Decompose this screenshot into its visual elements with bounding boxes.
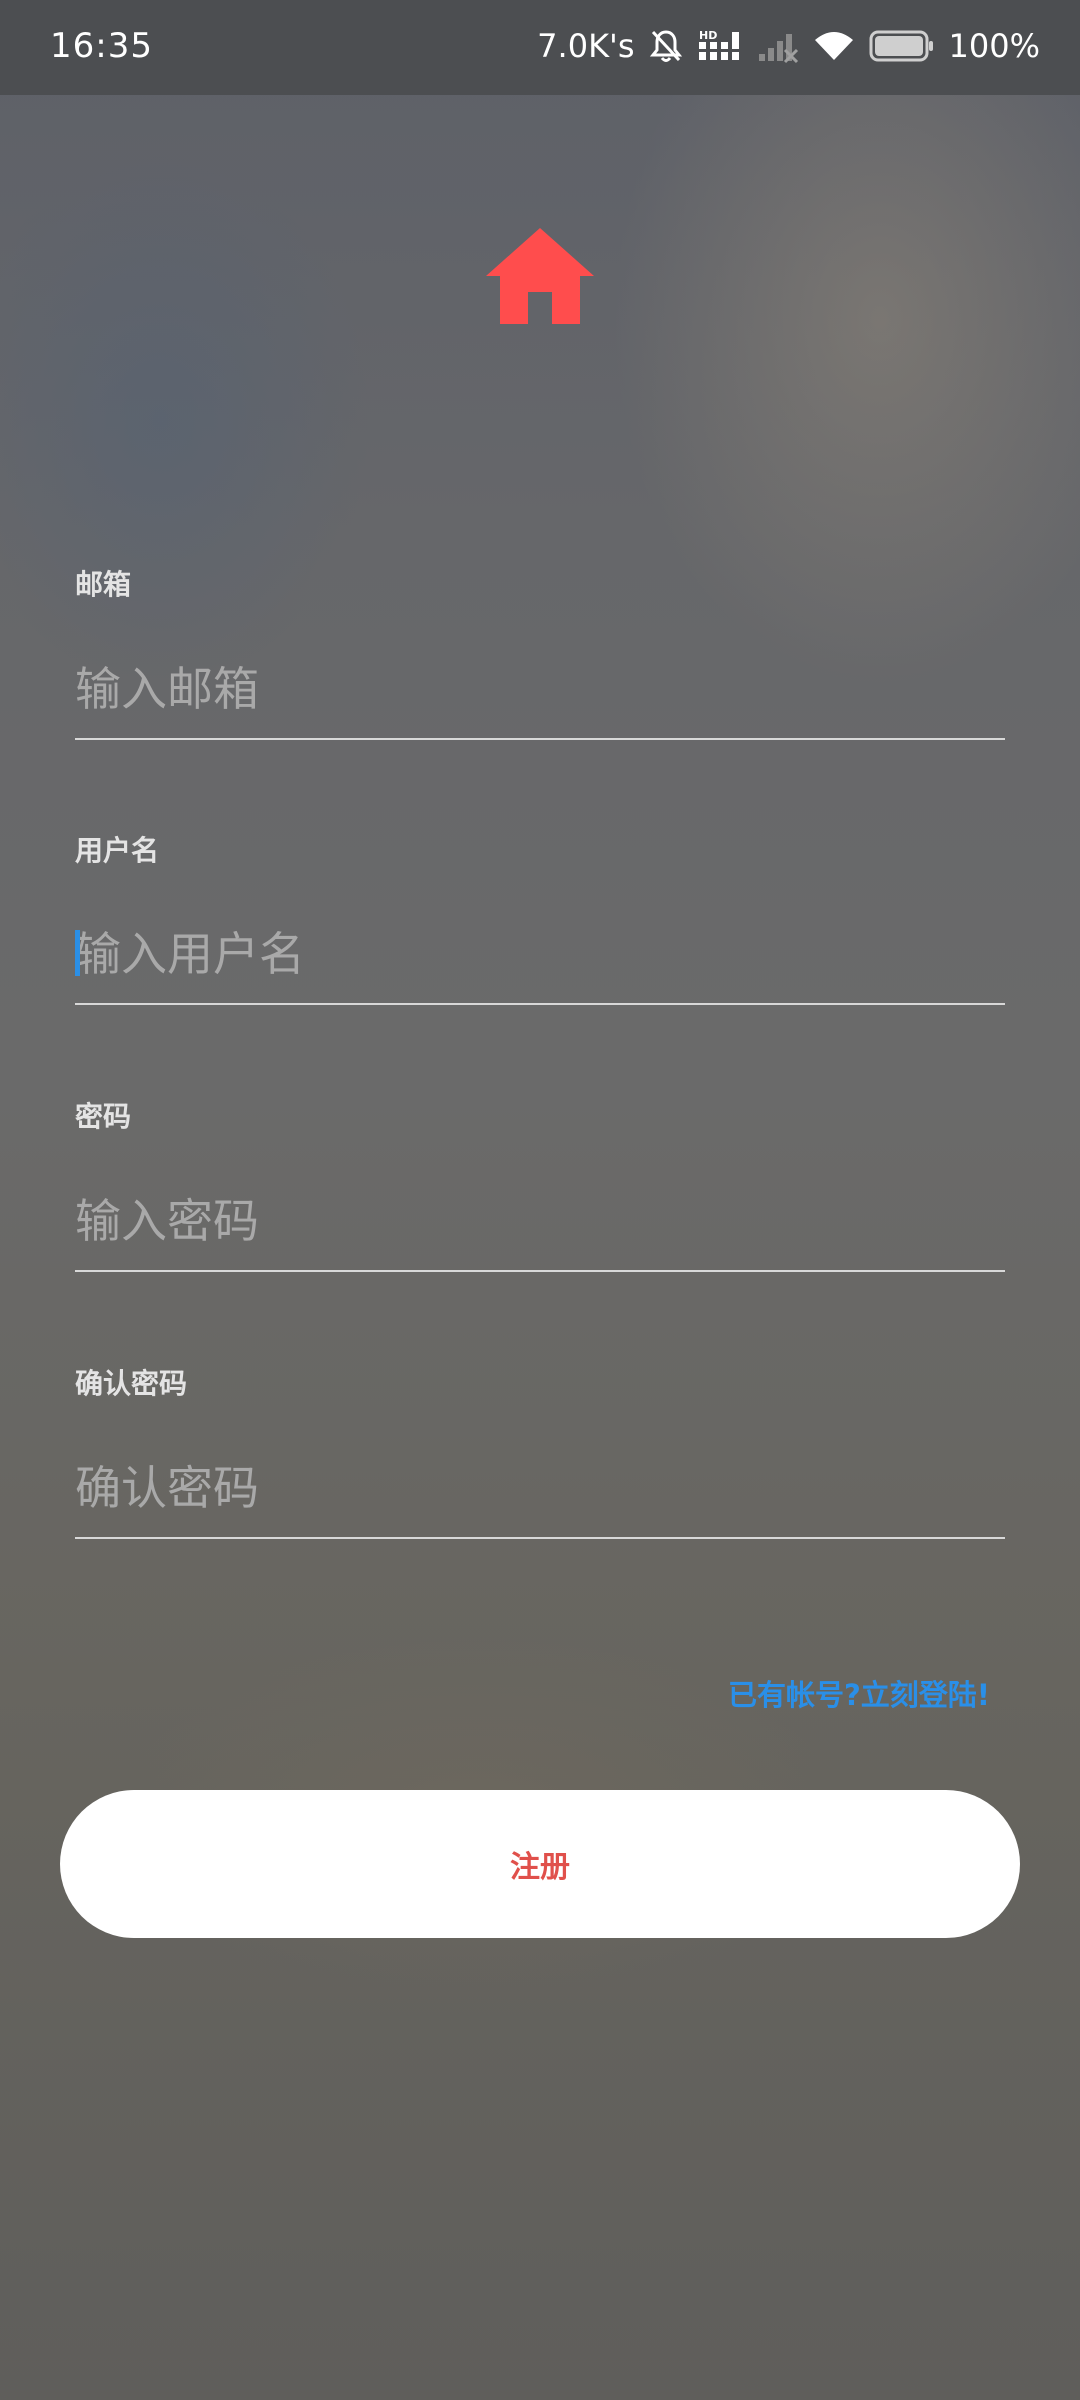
password-input[interactable]: [75, 1172, 1005, 1272]
email-label: 邮箱: [75, 568, 132, 601]
svg-text:HD: HD: [699, 29, 717, 42]
battery-icon: [869, 28, 935, 64]
register-screen: 16:35 7.0K's HD 100% 邮箱 输入邮箱 用户名 输入用户名 密…: [0, 0, 1080, 2400]
battery-percent: 100%: [948, 27, 1040, 65]
confirm-password-input[interactable]: [75, 1439, 1005, 1539]
confirm-password-label: 确认密码: [75, 1367, 188, 1400]
username-label: 用户名: [75, 834, 160, 867]
password-label: 密码: [75, 1100, 132, 1133]
cellular-signal-icon: [757, 28, 799, 64]
text-cursor: [75, 930, 80, 976]
home-icon: [486, 228, 594, 324]
status-time: 16:35: [50, 26, 153, 66]
bell-muted-icon: [649, 28, 683, 64]
network-speed: 7.0K's: [537, 27, 635, 65]
login-link[interactable]: 已有帐号?立刻登陆!: [728, 1672, 990, 1714]
status-bar: 16:35 7.0K's HD 100%: [0, 0, 1080, 95]
hd-signal-icon: HD: [697, 28, 743, 64]
email-input[interactable]: [75, 640, 1005, 740]
status-icons: 7.0K's HD 100%: [537, 22, 1040, 70]
register-button[interactable]: 注册: [60, 1790, 1020, 1938]
wifi-icon: [813, 28, 855, 64]
username-input[interactable]: [75, 905, 1005, 1005]
